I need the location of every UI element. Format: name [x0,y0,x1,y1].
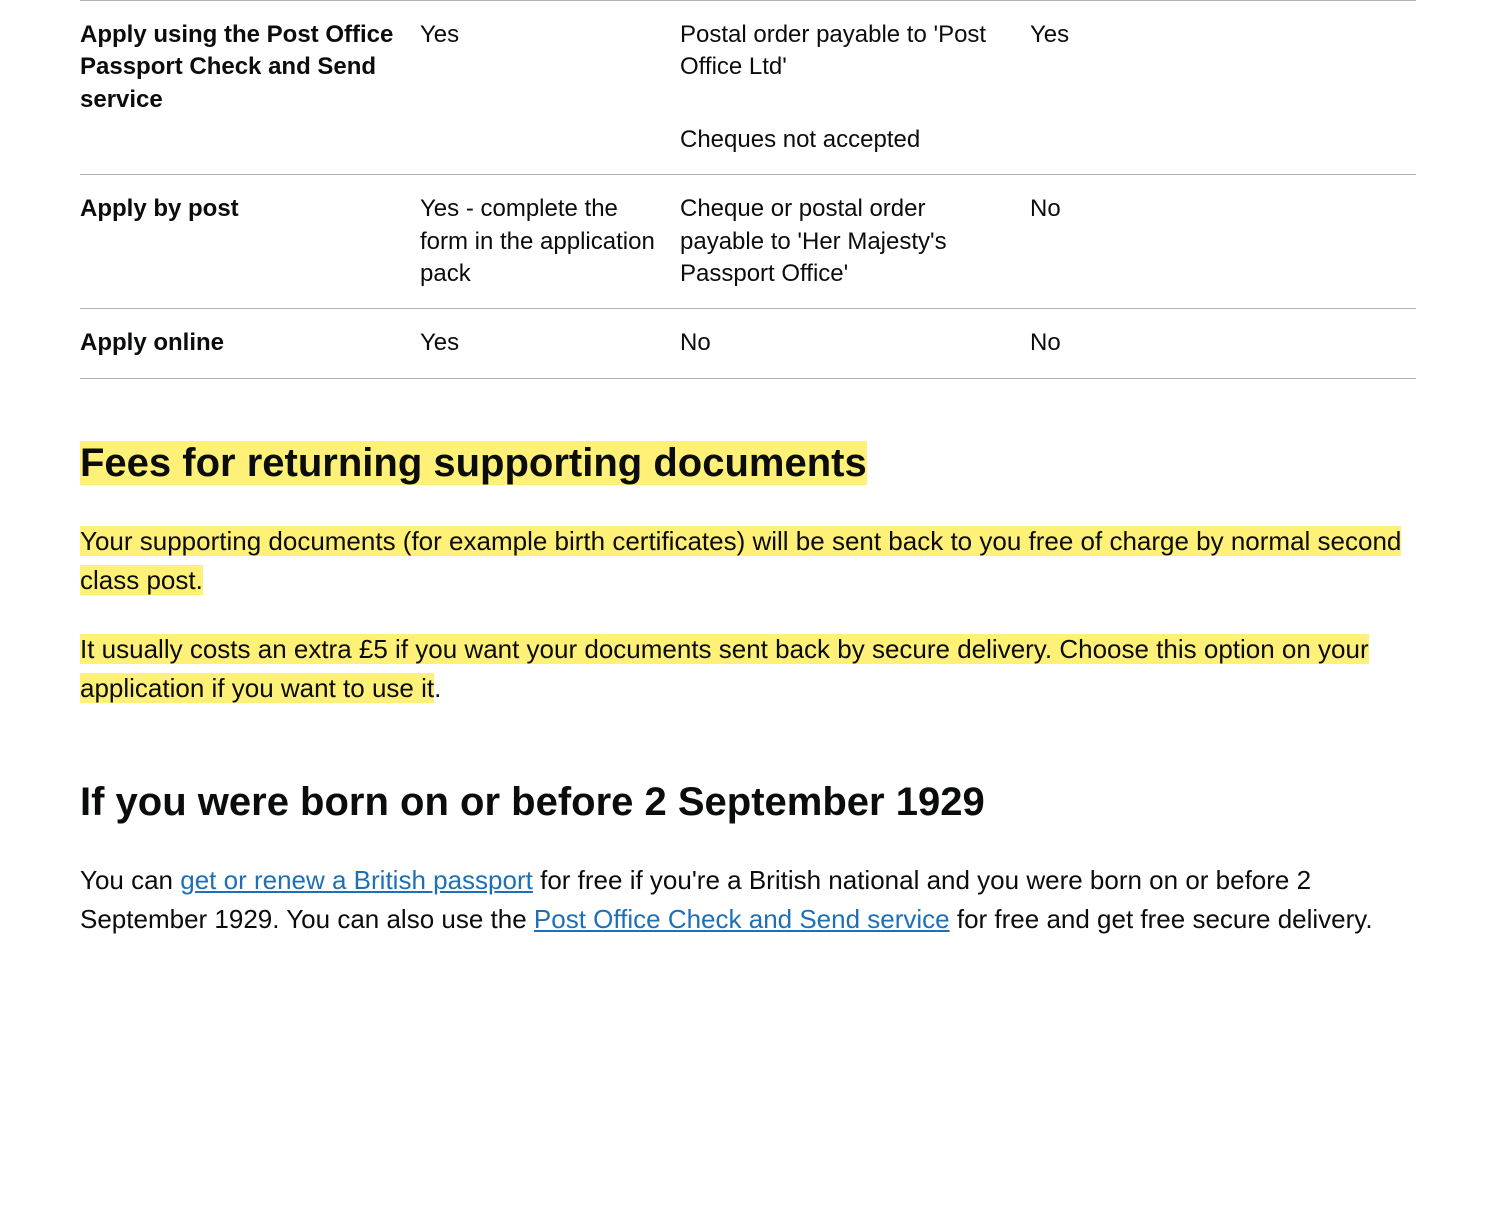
born-before-heading: If you were born on or before 2 Septembe… [80,778,1416,826]
cheque-postal-cell: Cheque or postal order payable to 'Her M… [680,175,1030,309]
cash-cell: No [1030,175,1416,309]
born-before-para: You can get or renew a British passport … [80,861,1416,939]
debit-credit-cell: Yes - complete the form in the applicati… [420,175,680,309]
table-row: Apply using the Post Office Passport Che… [80,1,1416,175]
fees-para-1: Your supporting documents (for example b… [80,522,1416,600]
debit-credit-cell: Yes [420,1,680,175]
fees-heading: Fees for returning supporting documents [80,439,1416,487]
method-cell: Apply online [80,309,420,378]
table-row: Apply by post Yes - complete the form in… [80,175,1416,309]
method-cell: Apply using the Post Office Passport Che… [80,1,420,175]
cheque-postal-cell: Postal order payable to 'Post Office Ltd… [680,1,1030,175]
payment-methods-table: Apply using the Post Office Passport Che… [80,0,1416,379]
debit-credit-cell: Yes [420,309,680,378]
cheque-postal-cell: No [680,309,1030,378]
get-renew-passport-link[interactable]: get or renew a British passport [180,865,533,895]
method-cell: Apply by post [80,175,420,309]
fees-para-2: It usually costs an extra £5 if you want… [80,630,1416,708]
table-row: Apply online Yes No No [80,309,1416,378]
post-office-check-send-link[interactable]: Post Office Check and Send service [534,904,950,934]
cash-cell: Yes [1030,1,1416,175]
cash-cell: No [1030,309,1416,378]
